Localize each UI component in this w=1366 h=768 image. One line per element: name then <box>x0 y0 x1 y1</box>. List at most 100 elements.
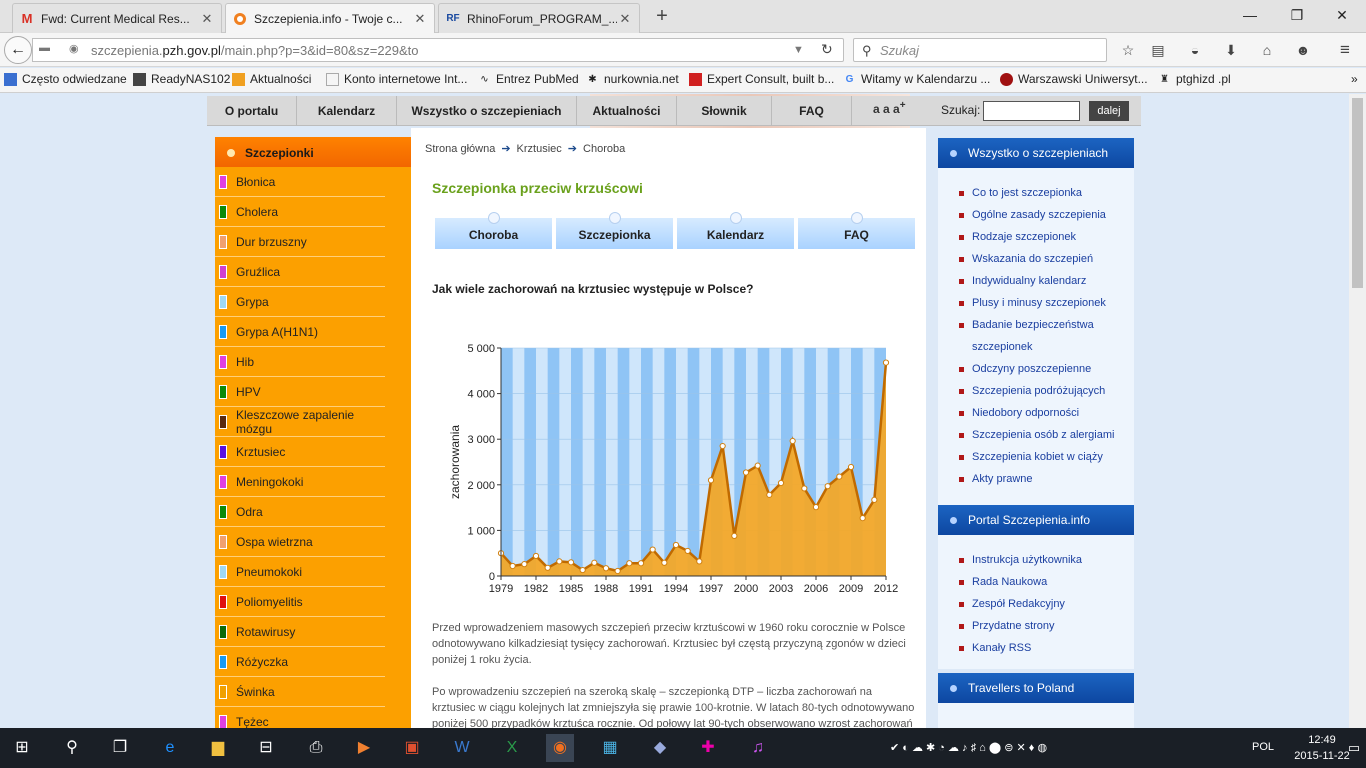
url-bar[interactable]: ▬ ◉ szczepienia.pzh.gov.pl/main.php?p=3&… <box>32 38 844 62</box>
site-search-button[interactable]: dalej <box>1089 101 1129 121</box>
reload-icon[interactable]: ↻ <box>821 41 833 58</box>
right-list-link[interactable]: Co to jest szczepionka <box>959 182 1134 204</box>
download-icon[interactable]: ⬇ <box>1222 41 1240 59</box>
sidebar-item[interactable]: Grypa <box>215 287 385 317</box>
menu-icon[interactable]: ≡ <box>1336 41 1354 59</box>
font-size-switcher[interactable]: a a a+ <box>873 100 906 116</box>
bookmark-item[interactable]: ∿ Entrez PubMed <box>478 72 578 86</box>
tab-choroba[interactable]: Choroba <box>435 212 553 249</box>
tab-kalendarz[interactable]: Kalendarz <box>677 212 795 249</box>
right-list-link[interactable]: Ogólne zasady szczepienia <box>959 204 1134 226</box>
breadcrumb-krztusiec[interactable]: Krztusiec <box>517 143 562 155</box>
bookmark-item[interactable]: ReadyNAS102 <box>133 72 230 86</box>
sidebar-item[interactable]: Tężec <box>215 707 385 728</box>
restore-button[interactable]: ❐ <box>1285 4 1309 26</box>
excel-icon[interactable]: X <box>498 734 526 762</box>
browser-search-box[interactable]: ⚲ Szukaj <box>853 38 1107 62</box>
right-list-link[interactable]: Szczepienia podróżujących <box>959 380 1134 402</box>
sidebar-item[interactable]: Meningokoki <box>215 467 385 497</box>
tab-faq[interactable]: FAQ <box>798 212 916 249</box>
bookmark-item[interactable]: Aktualności <box>232 72 311 86</box>
file-explorer-icon[interactable]: ▆ <box>204 734 232 762</box>
media-player-icon[interactable]: ▶ <box>350 734 378 762</box>
sidebar-item[interactable]: Świnka <box>215 677 385 707</box>
bookmark-item[interactable]: G Witamy w Kalendarzu ... <box>843 72 991 86</box>
menu-kalendarz[interactable]: Kalendarz <box>297 96 397 126</box>
right-list-link[interactable]: Akty prawne <box>959 468 1134 490</box>
new-tab-button[interactable]: + <box>650 5 674 29</box>
firefox-icon[interactable]: ◉ <box>546 734 574 762</box>
menu-faq[interactable]: FAQ <box>772 96 852 126</box>
menu-wszystko[interactable]: Wszystko o szczepieniach <box>397 96 577 126</box>
right-list-link[interactable]: Rodzaje szczepionek <box>959 226 1134 248</box>
right-list-link[interactable]: Badanie bezpieczeństwa szczepionek <box>959 314 1134 358</box>
language-indicator[interactable]: POL <box>1252 741 1274 753</box>
word-icon[interactable]: W <box>448 734 476 762</box>
right-list-link[interactable]: Odczyny poszczepienne <box>959 358 1134 380</box>
page-info-icon[interactable]: ▬ <box>39 42 50 54</box>
sidebar-item[interactable]: Błonica <box>215 167 385 197</box>
menu-aktualnosci[interactable]: Aktualności <box>577 96 677 126</box>
right-list-link[interactable]: Szczepienia kobiet w ciąży <box>959 446 1134 468</box>
sidebar-item[interactable]: Pneumokoki <box>215 557 385 587</box>
search-icon[interactable]: ⚲ <box>58 734 86 762</box>
right-list-link[interactable]: Indywidualny kalendarz <box>959 270 1134 292</box>
breadcrumb-home[interactable]: Strona główna <box>425 143 495 155</box>
notes-icon[interactable]: ◆ <box>646 734 674 762</box>
right-list-link[interactable]: Wskazania do szczepień <box>959 248 1134 270</box>
bookmark-item[interactable]: Expert Consult, built b... <box>689 72 834 86</box>
printer-icon[interactable]: ⎙ <box>302 734 330 762</box>
close-icon[interactable]: ✕ <box>199 11 215 27</box>
reading-list-icon[interactable]: ▤ <box>1149 41 1167 59</box>
right-list-link[interactable]: Plusy i minusy szczepionek <box>959 292 1134 314</box>
sidebar-item[interactable]: Cholera <box>215 197 385 227</box>
scrollbar-thumb[interactable] <box>1352 98 1363 288</box>
back-button[interactable]: ← <box>4 36 32 64</box>
right-list-link[interactable]: Szczepienia osób z alergiami <box>959 424 1134 446</box>
photo-app-icon[interactable]: ✚ <box>694 734 722 762</box>
windows-start-icon[interactable]: ⊞ <box>8 734 36 762</box>
bookmark-item[interactable]: Warszawski Uniwersyt... <box>1000 72 1148 86</box>
browser-tab-szczepienia[interactable]: Szczepienia.info - Twoje c... ✕ <box>225 3 435 33</box>
breadcrumb-choroba[interactable]: Choroba <box>583 143 625 155</box>
right-list-link[interactable]: Zespół Redakcyjny <box>959 593 1134 615</box>
right-list-link[interactable]: Przydatne strony <box>959 615 1134 637</box>
sidebar-item[interactable]: Krztusiec <box>215 437 385 467</box>
close-icon[interactable]: ✕ <box>412 11 428 27</box>
edge-icon[interactable]: e <box>156 734 184 762</box>
close-window-button[interactable]: ✕ <box>1330 4 1354 26</box>
smiley-icon[interactable]: ☻ <box>1294 41 1312 59</box>
home-icon[interactable]: ⌂ <box>1258 41 1276 59</box>
sidebar-item[interactable]: Hib <box>215 347 385 377</box>
tab-szczepionka[interactable]: Szczepionka <box>556 212 674 249</box>
site-search-input[interactable] <box>983 101 1080 121</box>
sidebar-item[interactable]: Odra <box>215 497 385 527</box>
sidebar-item[interactable]: HPV <box>215 377 385 407</box>
right-list-link[interactable]: Kanały RSS <box>959 637 1134 659</box>
browser-tab-rhinoforum[interactable]: RF RhinoForum_PROGRAM_... ✕ <box>438 3 640 33</box>
presentation-icon[interactable]: ▣ <box>398 734 426 762</box>
sidebar-item[interactable]: Kleszczowe zapalenie mózgu <box>215 407 385 437</box>
sidebar-item[interactable]: Poliomyelitis <box>215 587 385 617</box>
notifications-icon[interactable]: ▭ <box>1340 734 1366 762</box>
page-scrollbar[interactable] <box>1349 94 1366 728</box>
store-icon[interactable]: ⊟ <box>252 734 280 762</box>
sidebar-item[interactable]: Gruźlica <box>215 257 385 287</box>
menu-slownik[interactable]: Słownik <box>677 96 772 126</box>
bookmarks-overflow-icon[interactable]: » <box>1351 72 1358 86</box>
bookmark-item[interactable]: Często odwiedzane <box>4 72 127 86</box>
sidebar-item[interactable]: Różyczka <box>215 647 385 677</box>
right-list-link[interactable]: Instrukcja użytkownika <box>959 549 1134 571</box>
itunes-icon[interactable]: ♫ <box>744 734 772 762</box>
bookmark-star-icon[interactable]: ☆ <box>1119 41 1137 59</box>
minimize-button[interactable]: — <box>1238 4 1262 26</box>
url-text[interactable]: szczepienia.pzh.gov.pl/main.php?p=3&id=8… <box>91 43 419 58</box>
menu-o-portalu[interactable]: O portalu <box>207 96 297 126</box>
browser-tab-gmail[interactable]: M Fwd: Current Medical Res... ✕ <box>12 3 222 33</box>
pocket-icon[interactable]: ◒ <box>1186 41 1204 59</box>
bookmark-item[interactable]: ♜ ptghizd .pl <box>1158 72 1231 86</box>
bookmark-item[interactable]: Konto internetowe Int... <box>326 72 467 86</box>
sidebar-item[interactable]: Dur brzuszny <box>215 227 385 257</box>
tray-icons[interactable]: ✔ ◐ ☁ ✱ ◔ ☁ ♪ ♯ ⌂ ⬤ ⊜ ✕ ♦ ◍ <box>890 741 1047 754</box>
calendar-app-icon[interactable]: ▦ <box>596 734 624 762</box>
